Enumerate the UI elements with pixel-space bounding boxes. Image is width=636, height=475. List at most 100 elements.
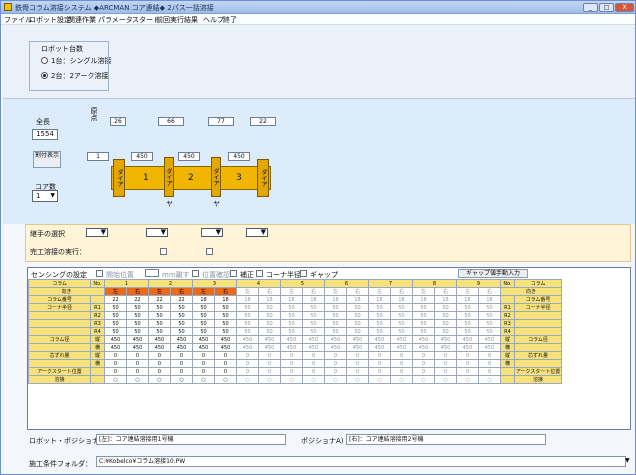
table-cell[interactable]: 50 (104, 311, 127, 320)
table-cell[interactable]: ○ (148, 375, 171, 384)
table-cell[interactable]: 450 (280, 335, 303, 344)
table-cell[interactable]: 0 (456, 367, 479, 376)
table-cell[interactable]: 50 (170, 311, 193, 320)
table-cell[interactable]: 50 (434, 311, 457, 320)
table-cell[interactable]: 50 (148, 311, 171, 320)
table-cell[interactable]: 50 (214, 303, 237, 312)
table-cell[interactable]: ○ (412, 375, 435, 384)
table-cell[interactable]: 50 (126, 311, 149, 320)
table-cell[interactable]: ○ (368, 375, 391, 384)
table-cell[interactable]: 50 (434, 327, 457, 336)
table-cell[interactable]: 0 (434, 367, 457, 376)
side-left[interactable]: 左 (192, 287, 215, 296)
table-cell[interactable]: 50 (324, 319, 347, 328)
joint-dropdown-1[interactable]: ▼ (86, 228, 108, 237)
table-cell[interactable]: 18 (214, 295, 237, 304)
table-cell[interactable]: 50 (258, 319, 281, 328)
table-cell[interactable]: 18 (258, 295, 281, 304)
table-cell[interactable]: 50 (412, 311, 435, 320)
table-cell[interactable]: 450 (434, 343, 457, 352)
table-cell[interactable]: 50 (148, 303, 171, 312)
table-cell[interactable]: 18 (478, 295, 501, 304)
table-cell[interactable]: 18 (456, 295, 479, 304)
table-cell[interactable]: ○ (236, 375, 259, 384)
table-cell[interactable]: ○ (126, 375, 149, 384)
table-cell[interactable]: 450 (214, 335, 237, 344)
table-cell[interactable]: 50 (302, 327, 325, 336)
top-dim-1[interactable]: 26 (110, 117, 126, 126)
table-cell[interactable]: 450 (346, 343, 369, 352)
table-cell[interactable]: 50 (368, 311, 391, 320)
table-cell[interactable]: 450 (236, 335, 259, 344)
table-cell[interactable]: 0 (324, 351, 347, 360)
folder-field[interactable]: C:¥Kobelco¥コラム溶接10.PW (96, 456, 626, 467)
table-cell[interactable]: 0 (258, 351, 281, 360)
table-cell[interactable]: 0 (478, 359, 501, 368)
table-cell[interactable]: ○ (170, 375, 193, 384)
table-cell[interactable]: 0 (280, 351, 303, 360)
table-cell[interactable]: 50 (214, 319, 237, 328)
table-cell[interactable]: ○ (192, 375, 215, 384)
table-cell[interactable]: 0 (126, 359, 149, 368)
side-right[interactable]: 右 (434, 287, 457, 296)
table-cell[interactable]: 50 (412, 303, 435, 312)
table-cell[interactable]: ○ (324, 375, 347, 384)
table-cell[interactable]: 50 (346, 319, 369, 328)
table-cell[interactable]: 0 (324, 367, 347, 376)
table-cell[interactable]: 0 (148, 359, 171, 368)
table-cell[interactable]: 0 (302, 367, 325, 376)
side-left[interactable]: 左 (280, 287, 303, 296)
complete-weld-check-2[interactable] (206, 248, 213, 255)
table-cell[interactable]: 0 (368, 351, 391, 360)
table-cell[interactable]: 50 (126, 303, 149, 312)
table-cell[interactable]: 50 (478, 327, 501, 336)
menu-last-result[interactable]: 前回実行結果 (156, 15, 198, 25)
side-left[interactable]: 左 (456, 287, 479, 296)
table-cell[interactable]: ○ (104, 375, 127, 384)
table-cell[interactable]: 50 (192, 327, 215, 336)
table-cell[interactable]: 450 (302, 335, 325, 344)
mid-dim-3[interactable]: 450 (178, 152, 200, 161)
sensing-offset-input[interactable] (145, 269, 159, 277)
side-right[interactable]: 右 (390, 287, 413, 296)
table-cell[interactable]: 50 (214, 327, 237, 336)
table-cell[interactable]: ○ (456, 375, 479, 384)
table-cell[interactable]: 0 (412, 351, 435, 360)
table-cell[interactable]: ○ (390, 375, 413, 384)
table-cell[interactable]: 50 (412, 319, 435, 328)
side-right[interactable]: 右 (478, 287, 501, 296)
table-cell[interactable]: 0 (170, 367, 193, 376)
menu-exit[interactable]: 終了 (223, 15, 237, 25)
table-cell[interactable]: 0 (236, 367, 259, 376)
total-length-input[interactable]: 1554 (32, 129, 58, 140)
gap-manual-button[interactable]: ギャップ値手動入力 (458, 269, 528, 278)
menu-help[interactable]: ヘルプ (203, 15, 224, 25)
side-right[interactable]: 右 (126, 287, 149, 296)
table-cell[interactable]: 50 (368, 303, 391, 312)
table-cell[interactable]: 50 (170, 303, 193, 312)
table-cell[interactable]: 450 (170, 335, 193, 344)
top-dim-2[interactable]: 66 (158, 117, 184, 126)
table-cell[interactable]: 450 (126, 335, 149, 344)
table-cell[interactable]: 450 (478, 343, 501, 352)
table-cell[interactable]: 18 (192, 295, 215, 304)
table-cell[interactable]: ○ (346, 375, 369, 384)
table-cell[interactable]: 50 (148, 327, 171, 336)
table-cell[interactable]: 50 (126, 319, 149, 328)
table-cell[interactable]: 50 (390, 327, 413, 336)
side-right[interactable]: 右 (214, 287, 237, 296)
table-cell[interactable]: 50 (346, 327, 369, 336)
table-cell[interactable]: 0 (390, 367, 413, 376)
table-cell[interactable]: 50 (258, 311, 281, 320)
table-cell[interactable]: 50 (104, 327, 127, 336)
table-cell[interactable]: 50 (390, 311, 413, 320)
table-cell[interactable]: 0 (412, 367, 435, 376)
close-button[interactable]: X (615, 3, 634, 12)
mid-dim-4[interactable]: 450 (228, 152, 250, 161)
table-cell[interactable]: 22 (126, 295, 149, 304)
table-cell[interactable]: 450 (258, 335, 281, 344)
table-cell[interactable]: 50 (192, 303, 215, 312)
table-cell[interactable]: 450 (280, 343, 303, 352)
table-cell[interactable]: 0 (390, 359, 413, 368)
table-cell[interactable]: 22 (104, 295, 127, 304)
